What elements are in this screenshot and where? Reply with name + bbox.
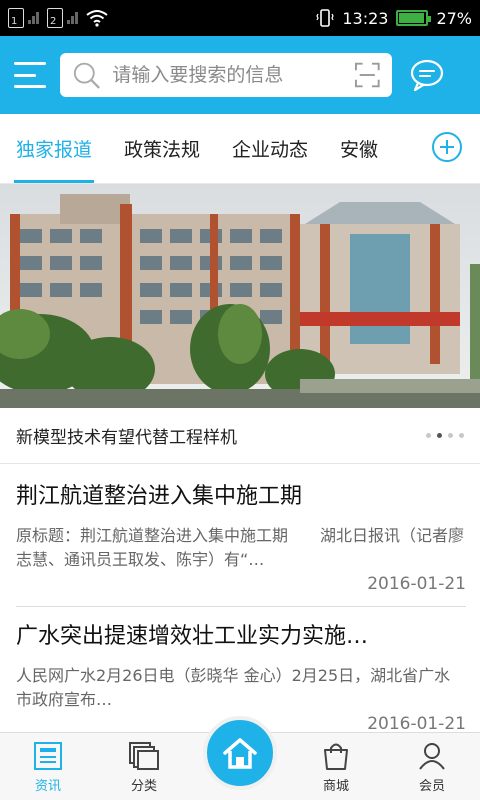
- banner-caption-row[interactable]: 新模型技术有望代替工程样机: [0, 408, 480, 464]
- signal2-icon: [67, 12, 78, 24]
- tab-exclusive[interactable]: 独家报道: [0, 114, 108, 183]
- carousel-dot: [448, 433, 453, 438]
- status-bar: 1 2 13:23 27%: [0, 0, 480, 36]
- tab-policy[interactable]: 政策法规: [108, 114, 216, 183]
- sim1-icon: 1: [8, 8, 24, 28]
- tab-label: 安徽: [340, 139, 379, 161]
- news-date: 2016-01-21: [367, 574, 466, 594]
- carousel-dot-active: [437, 433, 442, 438]
- nav-label: 商城: [322, 779, 349, 794]
- category-tabs: 独家报道 政策法规 企业动态 安徽: [0, 114, 480, 184]
- app-header: [0, 36, 480, 114]
- news-item[interactable]: 荆江航道整治进入集中施工期 原标题：荆江航道整治进入集中施工期 湖北日报讯（记者…: [16, 478, 466, 594]
- carousel-dot: [459, 433, 464, 438]
- clock: 13:23: [342, 8, 389, 28]
- home-button[interactable]: [203, 716, 277, 790]
- news-icon: [34, 742, 62, 770]
- tab-label: 政策法规: [124, 139, 201, 161]
- nav-mall[interactable]: 商城: [288, 733, 384, 800]
- nav-news[interactable]: 资讯: [0, 733, 96, 800]
- menu-icon[interactable]: [14, 62, 46, 88]
- banner-caption: 新模型技术有望代替工程样机: [16, 428, 237, 448]
- user-icon: [419, 743, 445, 770]
- nav-category[interactable]: 分类: [96, 733, 192, 800]
- scan-icon[interactable]: [355, 62, 380, 88]
- search-box[interactable]: [60, 53, 392, 97]
- wifi-icon: [86, 10, 108, 27]
- shopping-bag-icon: [324, 743, 348, 770]
- divider: [16, 606, 466, 607]
- nav-label: 分类: [130, 779, 157, 794]
- carousel-dots: [426, 433, 464, 438]
- nav-label: 资讯: [34, 779, 61, 794]
- nav-label: 会员: [418, 779, 445, 794]
- building-photo: [0, 184, 480, 408]
- sim1-label: 1: [11, 16, 18, 27]
- sim2-icon: 2: [47, 8, 63, 28]
- tab-label: 企业动态: [232, 139, 309, 161]
- search-input[interactable]: [112, 64, 356, 86]
- tab-enterprise[interactable]: 企业动态: [216, 114, 324, 183]
- tab-label: 独家报道: [16, 139, 93, 161]
- add-tab-icon[interactable]: [432, 132, 462, 162]
- signal1-icon: [28, 12, 39, 24]
- message-icon[interactable]: [410, 58, 444, 92]
- carousel-dot: [426, 433, 431, 438]
- vibrate-icon: [316, 9, 334, 27]
- news-summary: 原标题：荆江航道整治进入集中施工期 湖北日报讯（记者廖志慧、通讯员王取发、陈宇）…: [16, 526, 465, 569]
- category-icon: [129, 742, 159, 770]
- nav-member[interactable]: 会员: [384, 733, 480, 800]
- sim2-label: 2: [50, 16, 57, 27]
- battery-percent: 27%: [436, 8, 472, 28]
- search-icon: [73, 62, 100, 89]
- home-icon: [223, 738, 257, 769]
- news-summary: 人民网广水2月26日电（彭晓华 金心）2月25日，湖北省广水市政府宣布…: [16, 666, 451, 709]
- banner-image[interactable]: [0, 184, 480, 408]
- news-title: 荆江航道整治进入集中施工期: [16, 484, 303, 509]
- news-title: 广水突出提速增效壮工业实力实施…: [16, 624, 369, 649]
- tab-anhui[interactable]: 安徽: [324, 114, 394, 183]
- battery-icon: [396, 10, 432, 26]
